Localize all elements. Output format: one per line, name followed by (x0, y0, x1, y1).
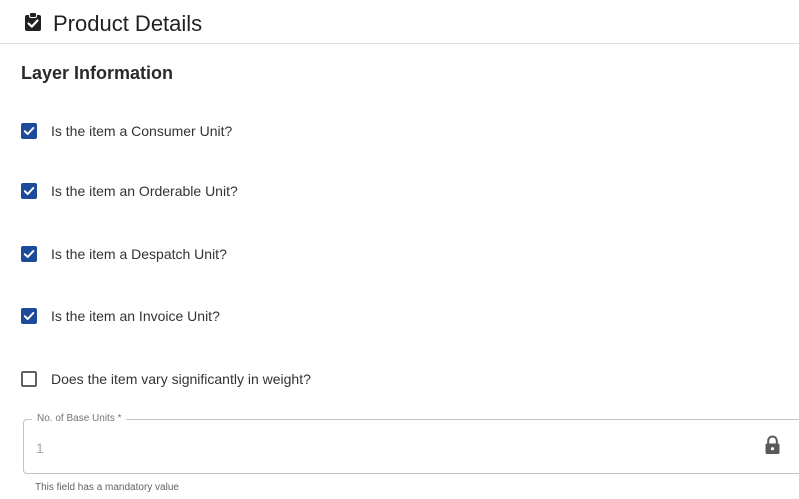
consumer-unit-label: Is the item a Consumer Unit? (51, 123, 233, 139)
despatch-unit-label: Is the item a Despatch Unit? (51, 246, 227, 262)
base-units-label: No. of Base Units * (32, 412, 127, 426)
clipboard-check-icon (24, 12, 42, 32)
checkbox-unchecked-icon[interactable] (21, 371, 37, 387)
product-details-page: Product Details Layer Information Is the… (0, 0, 799, 499)
consumer-unit-checkbox[interactable]: Is the item a Consumer Unit? (21, 120, 232, 142)
checkbox-checked-icon[interactable] (21, 246, 37, 262)
invoice-unit-label: Is the item an Invoice Unit? (51, 308, 220, 324)
invoice-unit-checkbox[interactable]: Is the item an Invoice Unit? (21, 305, 220, 327)
section-title: Layer Information (21, 63, 174, 83)
orderable-unit-checkbox[interactable]: Is the item an Orderable Unit? (21, 180, 238, 202)
checkbox-checked-icon[interactable] (21, 183, 37, 199)
lock-icon (764, 435, 781, 455)
checkbox-checked-icon[interactable] (21, 308, 37, 324)
orderable-unit-label: Is the item an Orderable Unit? (51, 183, 238, 199)
page-header: Product Details (0, 0, 799, 44)
despatch-unit-checkbox[interactable]: Is the item a Despatch Unit? (21, 243, 227, 265)
checkbox-checked-icon[interactable] (21, 123, 37, 139)
base-units-field[interactable]: No. of Base Units * 1 (23, 412, 799, 474)
page-title: Product Details (53, 11, 203, 36)
base-units-input[interactable]: 1 (36, 439, 44, 457)
variable-weight-checkbox[interactable]: Does the item vary significantly in weig… (21, 368, 311, 390)
variable-weight-label: Does the item vary significantly in weig… (51, 371, 311, 387)
mandatory-helper-text: This field has a mandatory value (35, 482, 179, 493)
